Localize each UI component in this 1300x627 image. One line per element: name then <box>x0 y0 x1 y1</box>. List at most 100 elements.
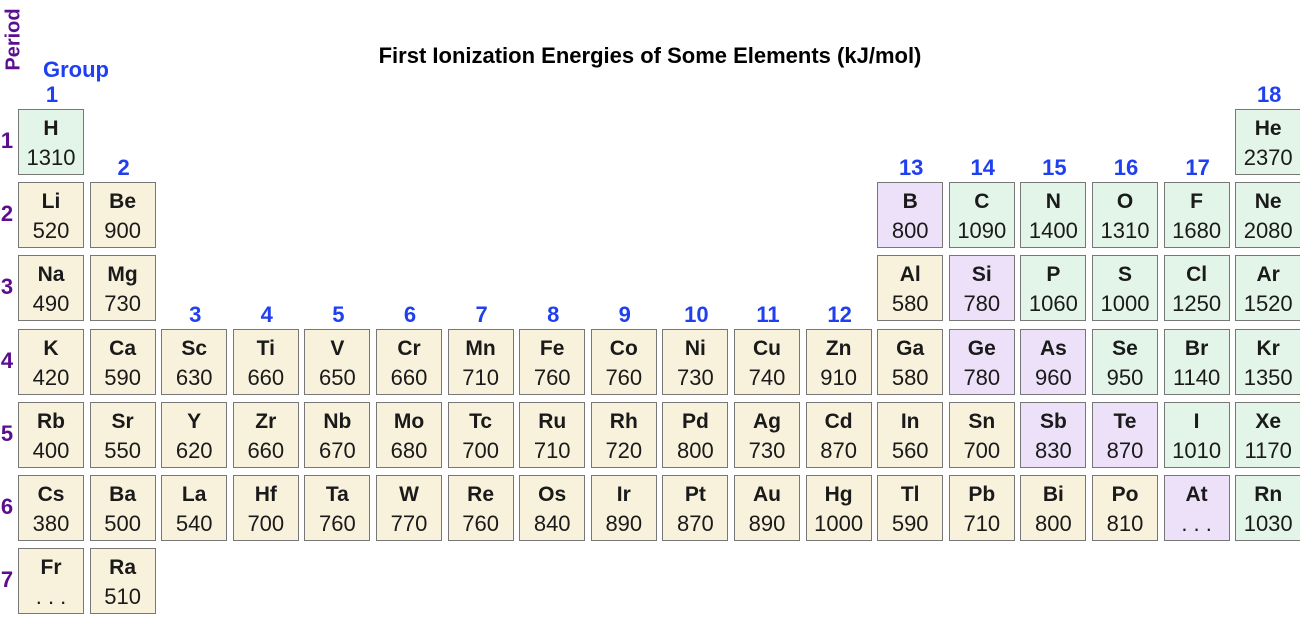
ionization-energy-value: 2080 <box>1243 218 1293 244</box>
element-cell-au: Au 890 <box>734 475 800 541</box>
element-cell-c: C 1090 <box>948 182 1015 249</box>
ionization-energy-value: 840 <box>533 511 571 536</box>
element-cell-li: Li 520 <box>18 182 84 249</box>
element-cell-ra: Ra 510 <box>89 548 156 615</box>
ionization-energy-value: 1680 <box>1172 218 1222 244</box>
element-cell-zn: Zn 910 <box>805 328 872 395</box>
ionization-energy-value: 890 <box>748 511 786 536</box>
element-cell-i: I 1010 <box>1163 401 1230 468</box>
element-symbol: Be <box>109 190 137 214</box>
ionization-energy-value: 1350 <box>1243 364 1293 390</box>
group-number-10: 10 <box>684 301 709 327</box>
element-symbol: F <box>1190 190 1203 214</box>
element-symbol: Cs <box>37 483 65 506</box>
ionization-energy-value: 630 <box>175 364 213 390</box>
ionization-energy-value: 800 <box>1035 511 1072 536</box>
element-symbol: Co <box>609 336 638 360</box>
element-symbol: S <box>1117 263 1132 287</box>
ionization-energy-value: 900 <box>104 218 141 244</box>
group-number-5: 5 <box>332 301 345 327</box>
element-cell-p: P 1060 <box>1020 255 1087 322</box>
figure-title: First Ionization Energies of Some Elemen… <box>378 43 922 68</box>
element-cell-cs: Cs 380 <box>18 475 84 541</box>
group-number-2: 2 <box>117 155 130 181</box>
element-symbol: Pb <box>968 483 996 506</box>
element-symbol: Rh <box>609 409 638 433</box>
element-symbol: B <box>902 190 918 214</box>
element-cell-ni: Ni 730 <box>662 328 729 395</box>
group-number-9: 9 <box>618 301 631 327</box>
group-number-16: 16 <box>1113 155 1139 181</box>
ionization-energy-value: 780 <box>963 364 1001 390</box>
element-symbol: Sn <box>968 409 996 433</box>
element-cell-se: Se 950 <box>1092 328 1158 395</box>
ionization-energy-value: 1000 <box>1100 291 1150 317</box>
ionization-energy-value: 1030 <box>1243 511 1293 536</box>
ionization-energy-value: 800 <box>677 437 714 463</box>
ionization-energy-value: 420 <box>32 364 70 390</box>
element-symbol: Ne <box>1254 190 1282 214</box>
ionization-energy-value: 710 <box>963 511 1001 536</box>
ionization-energy-value: 800 <box>891 218 929 244</box>
group-number-11: 11 <box>756 301 780 327</box>
ionization-energy-value: 1310 <box>1100 218 1150 244</box>
ionization-energy-value: 580 <box>891 364 929 390</box>
ionization-energy-value: 870 <box>677 511 714 536</box>
element-cell-s: S 1000 <box>1092 255 1158 322</box>
ionization-energy-value: 700 <box>247 511 285 536</box>
element-symbol: Po <box>1111 483 1139 506</box>
ionization-energy-value: 490 <box>32 291 70 317</box>
element-cell-at: At . . . <box>1163 475 1230 541</box>
element-cell-be: Be 900 <box>89 182 156 249</box>
element-cell-bi: Bi 800 <box>1020 475 1087 541</box>
element-cell-ga: Ga 580 <box>877 328 944 395</box>
ionization-energy-value: 400 <box>32 437 70 463</box>
group-number-6: 6 <box>403 301 417 327</box>
element-symbol: Sb <box>1039 409 1067 433</box>
ionization-energy-value: 380 <box>32 511 70 536</box>
element-symbol: At <box>1185 483 1208 506</box>
element-symbol: Li <box>41 190 61 214</box>
group-number-8: 8 <box>547 301 560 327</box>
ionization-energy-value: 730 <box>748 437 786 463</box>
ionization-energy-value: 730 <box>677 364 714 390</box>
element-cell-n: N 1400 <box>1020 182 1087 249</box>
element-symbol: Tc <box>469 409 493 433</box>
element-symbol: O <box>1116 190 1134 214</box>
ionization-energy-value: 780 <box>963 291 1001 317</box>
element-cell-re: Re 760 <box>447 475 514 541</box>
ionization-energy-value: 760 <box>462 511 499 536</box>
element-symbol: Ga <box>896 336 925 360</box>
element-symbol: Ra <box>109 556 137 580</box>
element-cell-ge: Ge 780 <box>948 328 1015 395</box>
element-cell-ta: Ta 760 <box>304 475 371 541</box>
element-symbol: Cr <box>397 336 421 360</box>
element-symbol: Br <box>1184 336 1209 360</box>
element-symbol: Ni <box>684 336 706 360</box>
ionization-energy-table: Period Group First Ionization Energies o… <box>0 0 1300 627</box>
ionization-energy-value: 760 <box>605 364 643 390</box>
element-cell-rb: Rb 400 <box>18 401 84 468</box>
element-cell-fr: Fr . . . <box>18 548 84 615</box>
element-symbol: Cl <box>1186 263 1208 287</box>
ionization-energy-value: 720 <box>605 437 643 463</box>
element-cell-sc: Sc 630 <box>161 328 228 395</box>
group-number-3: 3 <box>189 301 202 327</box>
element-symbol: Bi <box>1042 483 1064 506</box>
ionization-energy-value: 1090 <box>957 218 1007 244</box>
element-symbol: Ge <box>967 336 996 360</box>
element-symbol: Fr <box>40 556 62 580</box>
element-symbol: Al <box>899 263 921 287</box>
element-cell-w: W 770 <box>376 475 442 541</box>
group-number-13: 13 <box>898 155 924 181</box>
ionization-energy-value: 760 <box>533 364 571 390</box>
element-symbol: Cu <box>753 336 781 360</box>
element-symbol: Te <box>1113 409 1137 433</box>
group-number-15: 15 <box>1042 155 1067 181</box>
ionization-energy-value: 620 <box>175 437 213 463</box>
ionization-energy-value: 830 <box>1035 437 1072 463</box>
element-cell-rh: Rh 720 <box>590 401 657 468</box>
element-symbol: Ba <box>109 483 137 506</box>
ionization-energy-value: 1400 <box>1028 218 1078 244</box>
element-symbol: Ag <box>753 409 781 433</box>
